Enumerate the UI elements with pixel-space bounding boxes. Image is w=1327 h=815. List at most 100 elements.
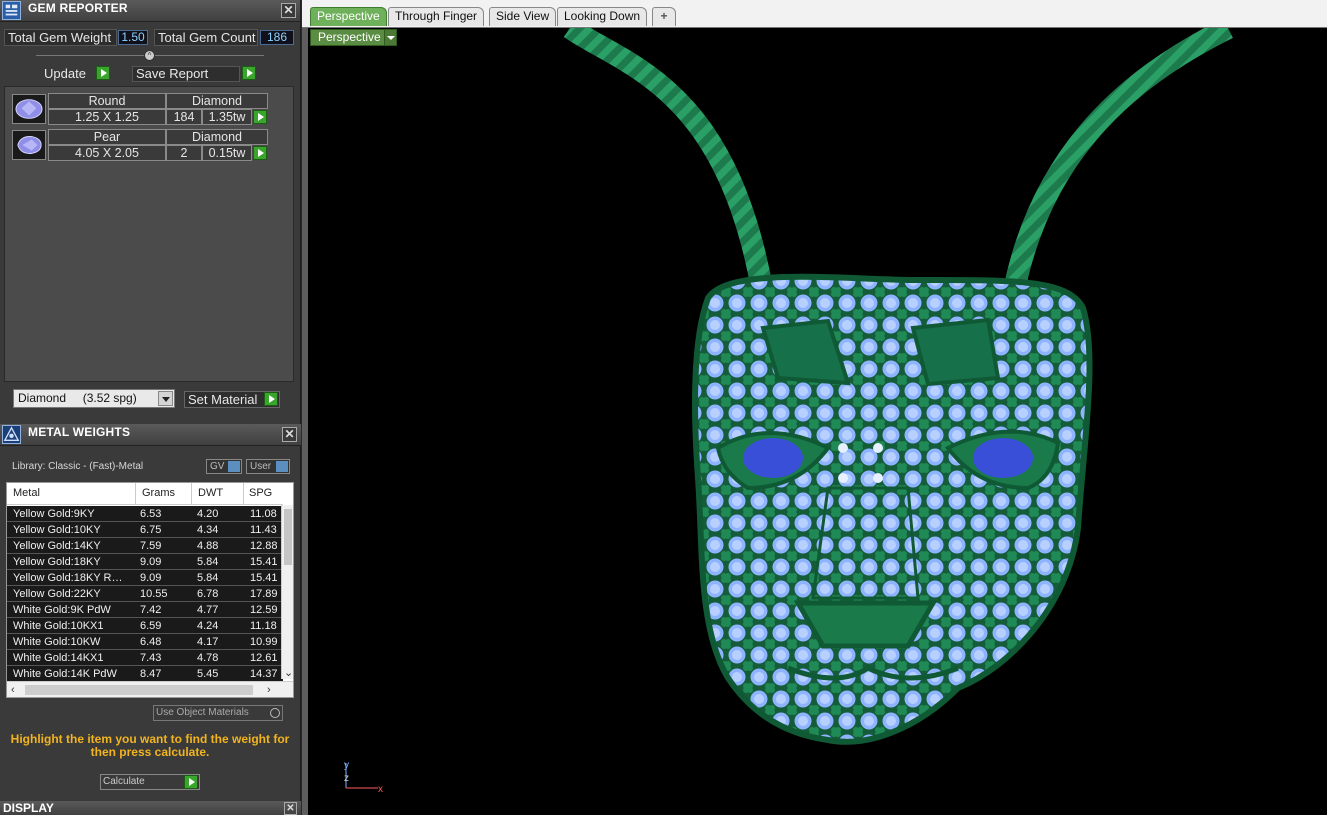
scroll-right-icon[interactable]: › xyxy=(267,684,271,696)
panther-pendant-model[interactable]: y z x xyxy=(308,28,1327,815)
gem-reporter-close-icon[interactable]: ✕ xyxy=(281,3,296,18)
vertical-scrollbar[interactable]: ⌄ xyxy=(281,505,293,679)
metal-name: White Gold:14KX1 xyxy=(13,652,104,664)
update-button[interactable]: Update xyxy=(44,66,114,82)
grams-value: 10.55 xyxy=(140,588,168,600)
use-object-materials-label: Use Object Materials xyxy=(156,707,249,718)
3d-viewport[interactable]: y z x xyxy=(308,28,1327,815)
library-label: Library: Classic - (Fast)-Metal xyxy=(12,461,144,472)
dwt-value: 5.84 xyxy=(197,572,219,584)
use-object-materials-toggle[interactable]: Use Object Materials xyxy=(153,705,283,721)
dwt-value: 4.17 xyxy=(197,636,219,648)
dwt-value: 4.78 xyxy=(197,652,219,664)
pear-gem-icon xyxy=(12,130,46,160)
col-grams[interactable]: Grams xyxy=(142,487,175,499)
report-slider-knob[interactable]: ^ xyxy=(144,50,155,61)
scroll-thumb[interactable] xyxy=(284,509,292,565)
gem-row-pear[interactable]: Pear Diamond 4.05 X 2.05 2 0.15tw xyxy=(10,128,268,162)
table-row[interactable]: White Gold:14KX1 7.43 4.78 12.61 xyxy=(7,650,283,666)
gem-reporter-icon xyxy=(2,1,21,20)
user-toggle-indicator xyxy=(276,461,288,472)
set-material-button[interactable]: Set Material xyxy=(184,391,280,408)
dwt-value: 6.78 xyxy=(197,588,219,600)
set-material-label: Set Material xyxy=(188,392,258,407)
scroll-left-icon[interactable]: ‹ xyxy=(11,684,15,696)
table-row[interactable]: White Gold:10KX1 6.59 4.24 11.18 xyxy=(7,618,283,634)
tab-through-finger[interactable]: Through Finger xyxy=(388,7,485,26)
round-gem-icon xyxy=(12,94,46,124)
set-material-go-icon[interactable] xyxy=(264,392,278,406)
user-toggle[interactable]: User xyxy=(246,459,290,474)
axis-y-label: y xyxy=(344,760,349,771)
dwt-value: 4.20 xyxy=(197,508,219,520)
col-metal[interactable]: Metal xyxy=(13,487,40,499)
grams-value: 6.59 xyxy=(140,620,162,632)
table-row[interactable]: White Gold:14K PdW 8.47 5.45 14.37 xyxy=(7,666,283,682)
update-go-icon[interactable] xyxy=(96,66,110,80)
grams-value: 9.09 xyxy=(140,556,162,568)
metal-name: White Gold:14K PdW xyxy=(13,668,117,680)
metal-name: White Gold:10KW xyxy=(13,636,101,648)
grams-value: 8.47 xyxy=(140,668,162,680)
total-gem-count-label: Total Gem Count xyxy=(154,29,258,46)
scroll-thumb[interactable] xyxy=(25,685,253,695)
app-window: GEM REPORTER ✕ Total Gem Weight 1.50 Tot… xyxy=(0,0,1327,815)
metal-weights-header: METAL WEIGHTS ✕ xyxy=(0,424,301,446)
calculate-button[interactable]: Calculate xyxy=(100,774,200,790)
gem-reporter-title: GEM REPORTER xyxy=(28,1,128,15)
metal-name: Yellow Gold:18KY xyxy=(13,556,101,568)
add-tab-icon[interactable]: + xyxy=(652,7,676,26)
col-dwt[interactable]: DWT xyxy=(198,487,223,499)
save-report-go-icon[interactable] xyxy=(242,66,256,80)
total-gem-weight-label: Total Gem Weight xyxy=(4,29,117,46)
gem-round-go-icon[interactable] xyxy=(253,110,267,124)
table-row[interactable]: Yellow Gold:18KY 9.09 5.84 15.41 xyxy=(7,554,283,570)
gem-reporter-header: GEM REPORTER ✕ xyxy=(0,0,300,22)
table-row[interactable]: Yellow Gold:22KY 10.55 6.78 17.89 xyxy=(7,586,283,602)
tab-side-view[interactable]: Side View xyxy=(489,7,557,26)
scroll-down-icon[interactable]: ⌄ xyxy=(284,667,293,679)
axis-gizmo: y z x xyxy=(344,760,383,795)
chevron-down-icon[interactable] xyxy=(158,391,173,406)
calculate-go-icon[interactable] xyxy=(184,775,198,789)
metal-name: Yellow Gold:18KY R… xyxy=(13,572,123,584)
grams-value: 6.48 xyxy=(140,636,162,648)
axis-z-label: z xyxy=(344,773,349,784)
view-menu[interactable]: Perspective xyxy=(310,29,397,46)
tab-perspective[interactable]: Perspective xyxy=(310,7,387,26)
metal-weights-title: METAL WEIGHTS xyxy=(28,425,131,439)
display-title: DISPLAY xyxy=(3,801,54,815)
chevron-down-icon[interactable] xyxy=(384,30,396,45)
view-menu-label: Perspective xyxy=(318,30,381,44)
material-select[interactable]: Diamond (3.52 spg) xyxy=(13,389,175,408)
gem-pear-go-icon[interactable] xyxy=(253,146,267,160)
save-report-button[interactable]: Save Report xyxy=(132,66,258,82)
table-row[interactable]: Yellow Gold:14KY 7.59 4.88 12.88 xyxy=(7,538,283,554)
col-spg[interactable]: SPG xyxy=(249,487,272,499)
col-divider xyxy=(243,483,244,505)
radio-icon[interactable] xyxy=(270,708,280,718)
dwt-value: 4.77 xyxy=(197,604,219,616)
gem-stats: Total Gem Weight 1.50 Total Gem Count 18… xyxy=(4,27,296,47)
horizontal-scrollbar[interactable]: ‹ › xyxy=(7,681,293,697)
update-label: Update xyxy=(44,66,86,81)
total-gem-count-value: 186 xyxy=(260,30,294,45)
tab-looking-down[interactable]: Looking Down xyxy=(557,7,648,26)
gem-row-round[interactable]: Round Diamond 1.25 X 1.25 184 1.35tw xyxy=(10,92,268,126)
dwt-value: 4.88 xyxy=(197,540,219,552)
grams-value: 6.75 xyxy=(140,524,162,536)
table-row[interactable]: White Gold:9K PdW 7.42 4.77 12.59 xyxy=(7,602,283,618)
metal-weights-icon xyxy=(2,425,21,444)
metal-weights-close-icon[interactable]: ✕ xyxy=(282,427,297,442)
grams-value: 7.59 xyxy=(140,540,162,552)
metal-table-header: Metal Grams DWT SPG xyxy=(7,483,283,505)
gem-list: Round Diamond 1.25 X 1.25 184 1.35tw Pea… xyxy=(4,86,294,382)
save-report-label: Save Report xyxy=(136,66,209,81)
display-close-icon[interactable]: ✕ xyxy=(284,802,297,815)
table-row[interactable]: Yellow Gold:9KY 6.53 4.20 11.08 xyxy=(7,506,283,522)
table-row[interactable]: Yellow Gold:10KY 6.75 4.34 11.43 xyxy=(7,522,283,538)
gv-toggle[interactable]: GV xyxy=(206,459,242,474)
gem-weight: 1.35tw xyxy=(202,109,252,125)
table-row[interactable]: White Gold:10KW 6.48 4.17 10.99 xyxy=(7,634,283,650)
table-row[interactable]: Yellow Gold:18KY R… 9.09 5.84 15.41 xyxy=(7,570,283,586)
